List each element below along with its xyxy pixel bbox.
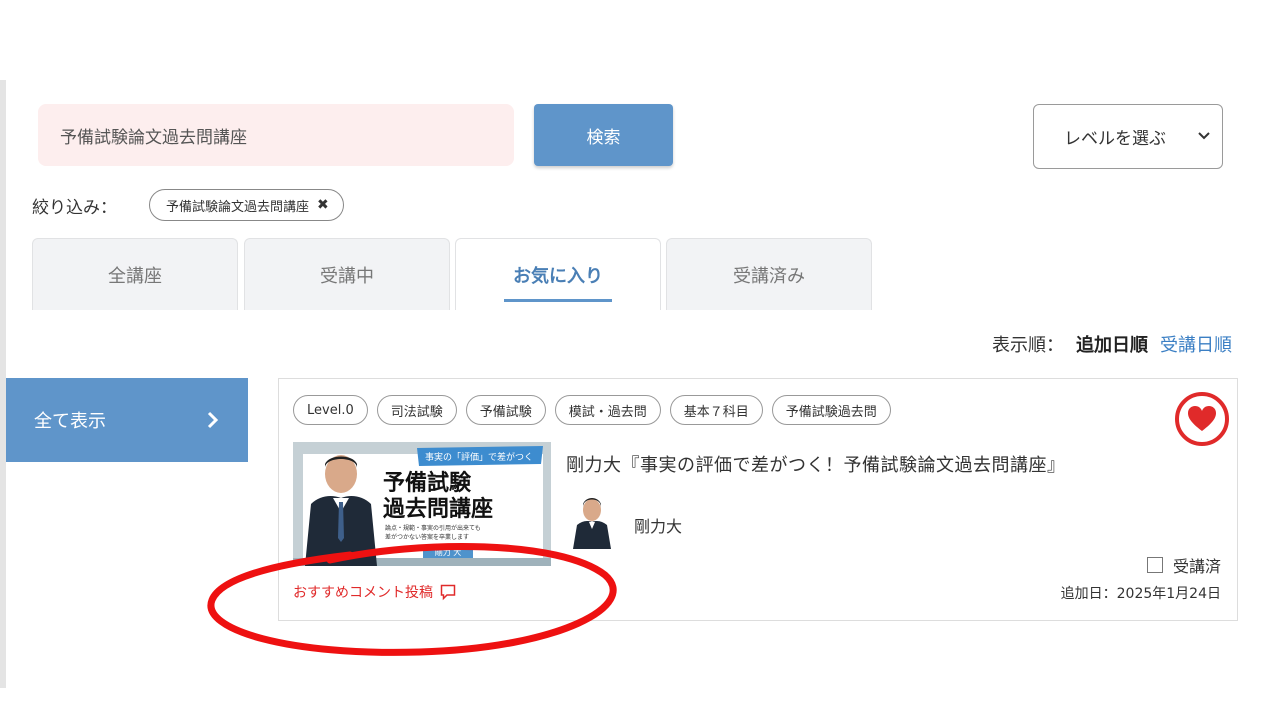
tag-list: Level.0 司法試験 予備試験 模試・過去問 基本７科目 予備試験過去問 xyxy=(293,395,891,425)
level-select[interactable]: レベルを選ぶ xyxy=(1033,104,1223,169)
tag[interactable]: 模試・過去問 xyxy=(554,395,661,425)
tab-label: 受講済み xyxy=(733,265,805,287)
tab-in-progress[interactable]: 受講中 xyxy=(244,238,450,310)
search-button[interactable]: 検索 xyxy=(534,104,673,166)
tab-label: 全講座 xyxy=(108,265,162,287)
search-input[interactable]: 予備試験論文過去問講座 xyxy=(38,104,514,166)
filter-chip-label: 予備試験論文過去問講座 xyxy=(166,199,310,215)
tab-all-courses[interactable]: 全講座 xyxy=(32,238,238,310)
sort-bar: 表示順： 追加日順 受講日順 xyxy=(992,331,1232,357)
added-date: 追加日：2025年1月24日 xyxy=(1060,586,1221,602)
tag[interactable]: Level.0 xyxy=(293,395,368,425)
thumbnail-sub1: 論点・規範・事実の引用が出来ても xyxy=(385,524,481,532)
thumbnail-sub2: 差がつかない答案を卒業します xyxy=(385,533,469,541)
thumbnail-title-line1: 予備試験 xyxy=(383,470,472,496)
sort-label: 表示順： xyxy=(992,335,1064,356)
tag[interactable]: 予備試験過去問 xyxy=(771,395,891,425)
show-all-label: 全て表示 xyxy=(34,411,106,432)
tag[interactable]: 基本７科目 xyxy=(669,395,763,425)
tag[interactable]: 司法試験 xyxy=(376,395,457,425)
active-tab-underline xyxy=(504,299,612,302)
chevron-down-icon xyxy=(1198,132,1210,140)
filter-chip[interactable]: 予備試験論文過去問講座 ✖ xyxy=(149,189,344,221)
sort-added-date[interactable]: 追加日順 xyxy=(1076,331,1148,357)
tab-label: お気に入り xyxy=(513,265,603,287)
chevron-right-icon xyxy=(207,411,219,429)
tab-completed[interactable]: 受講済み xyxy=(666,238,872,310)
favorite-heart-icon[interactable] xyxy=(1174,391,1230,447)
tag[interactable]: 予備試験 xyxy=(465,395,546,425)
course-title[interactable]: 剛力大『事実の評価で差がつく！予備試験論文過去問講座』 xyxy=(566,451,1066,477)
comment-link-label: おすすめコメント投稿 xyxy=(293,585,433,601)
show-all-button[interactable]: 全て表示 xyxy=(6,378,248,462)
remove-filter-icon[interactable]: ✖ xyxy=(317,197,329,213)
author-avatar xyxy=(573,498,611,549)
thumbnail-name: 剛力 大 xyxy=(435,547,462,557)
author-name: 剛力大 xyxy=(634,517,683,536)
sort-watched-date[interactable]: 受講日順 xyxy=(1160,331,1232,357)
course-card: Level.0 司法試験 予備試験 模試・過去問 基本７科目 予備試験過去問 事… xyxy=(278,378,1238,621)
filter-label: 絞り込み： xyxy=(32,198,117,218)
level-select-value: レベルを選ぶ xyxy=(1064,129,1166,149)
thumbnail-title-line2: 過去問講座 xyxy=(383,496,493,522)
checkbox-box[interactable] xyxy=(1146,557,1163,573)
tab-favorites[interactable]: お気に入り xyxy=(455,238,661,310)
course-thumbnail[interactable]: 事実の「評価」で差がつく 予備試験 過去問講座 論点・規範・事実の引用が出来ても… xyxy=(293,442,551,566)
completed-checkbox[interactable]: 受講済 xyxy=(1146,553,1221,577)
recommend-comment-link[interactable]: おすすめコメント投稿 xyxy=(293,582,457,602)
thumbnail-banner-text: 事実の「評価」で差がつく xyxy=(425,451,533,463)
search-input-value: 予備試験論文過去問講座 xyxy=(60,127,247,148)
comment-icon xyxy=(440,584,456,601)
completed-label: 受講済 xyxy=(1172,557,1221,576)
tab-label: 受講中 xyxy=(320,265,374,287)
